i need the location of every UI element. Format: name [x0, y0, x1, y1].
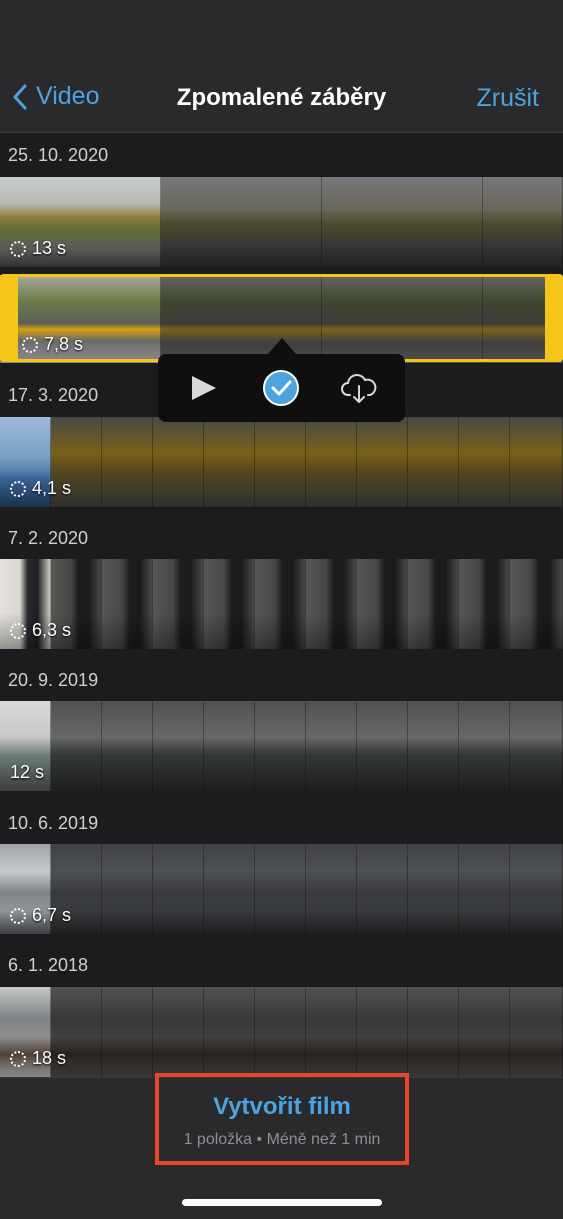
cancel-button[interactable]: Zrušit: [477, 84, 540, 113]
play-button[interactable]: [168, 354, 238, 422]
slow-motion-icon: [10, 240, 26, 257]
selection-summary: 1 položka • Méně než 1 min: [183, 1131, 381, 1148]
slow-motion-icon: [10, 480, 26, 497]
clip-duration: 13 s: [10, 238, 66, 259]
create-movie-button[interactable]: Vytvořit film: [159, 1093, 405, 1121]
slow-motion-icon: [22, 336, 38, 353]
slow-motion-icon: [10, 622, 26, 639]
slow-motion-icon: [10, 907, 26, 924]
create-movie-highlight: Vytvořit film 1 položka • Méně než 1 min: [155, 1073, 409, 1165]
date-header: 17. 3. 2020: [8, 385, 99, 405]
popup-arrow: [268, 338, 296, 354]
clip-strip[interactable]: 13 s: [0, 177, 563, 267]
date-header: 25. 10. 2020: [8, 145, 109, 165]
clip-strip[interactable]: 12 s: [0, 701, 563, 791]
date-header: 20. 9. 2019: [8, 670, 99, 690]
download-button[interactable]: [324, 354, 394, 422]
clip-duration: 4,1 s: [10, 478, 71, 499]
date-header: 6. 1. 2018: [8, 955, 89, 975]
clip-strip[interactable]: 6,7 s: [0, 844, 563, 934]
home-indicator[interactable]: [182, 1199, 382, 1206]
clip-strip[interactable]: 4,1 s: [0, 417, 563, 507]
trim-handle-left[interactable]: [0, 274, 18, 362]
clip-duration: 12 s: [10, 762, 45, 782]
clip-action-popup: [158, 354, 405, 422]
select-button[interactable]: [246, 354, 316, 422]
checkmark-icon: [263, 370, 299, 406]
clip-strip[interactable]: 6,3 s: [0, 559, 563, 649]
clip-duration: 18 s: [10, 1048, 66, 1069]
clip-duration: 6,3 s: [10, 620, 71, 641]
play-icon: [192, 376, 216, 400]
date-header: 7. 2. 2020: [8, 528, 89, 548]
clip-strip[interactable]: 18 s: [0, 987, 563, 1077]
navigation-bar: Video Zpomalené záběry Zrušit: [0, 0, 563, 133]
clip-list: 25. 10. 2020 13 s 7,8 s 17. 3. 2020 4,1 …: [0, 133, 563, 1077]
date-header: 10. 6. 2019: [8, 813, 99, 833]
clip-duration: 7,8 s: [22, 334, 83, 355]
slow-motion-icon: [10, 1050, 26, 1067]
clip-duration: 6,7 s: [10, 905, 71, 926]
cloud-download-icon: [341, 374, 377, 403]
trim-handle-right[interactable]: [545, 274, 563, 362]
bottom-toolbar: Vytvořit film 1 položka • Méně než 1 min: [0, 1073, 563, 1219]
